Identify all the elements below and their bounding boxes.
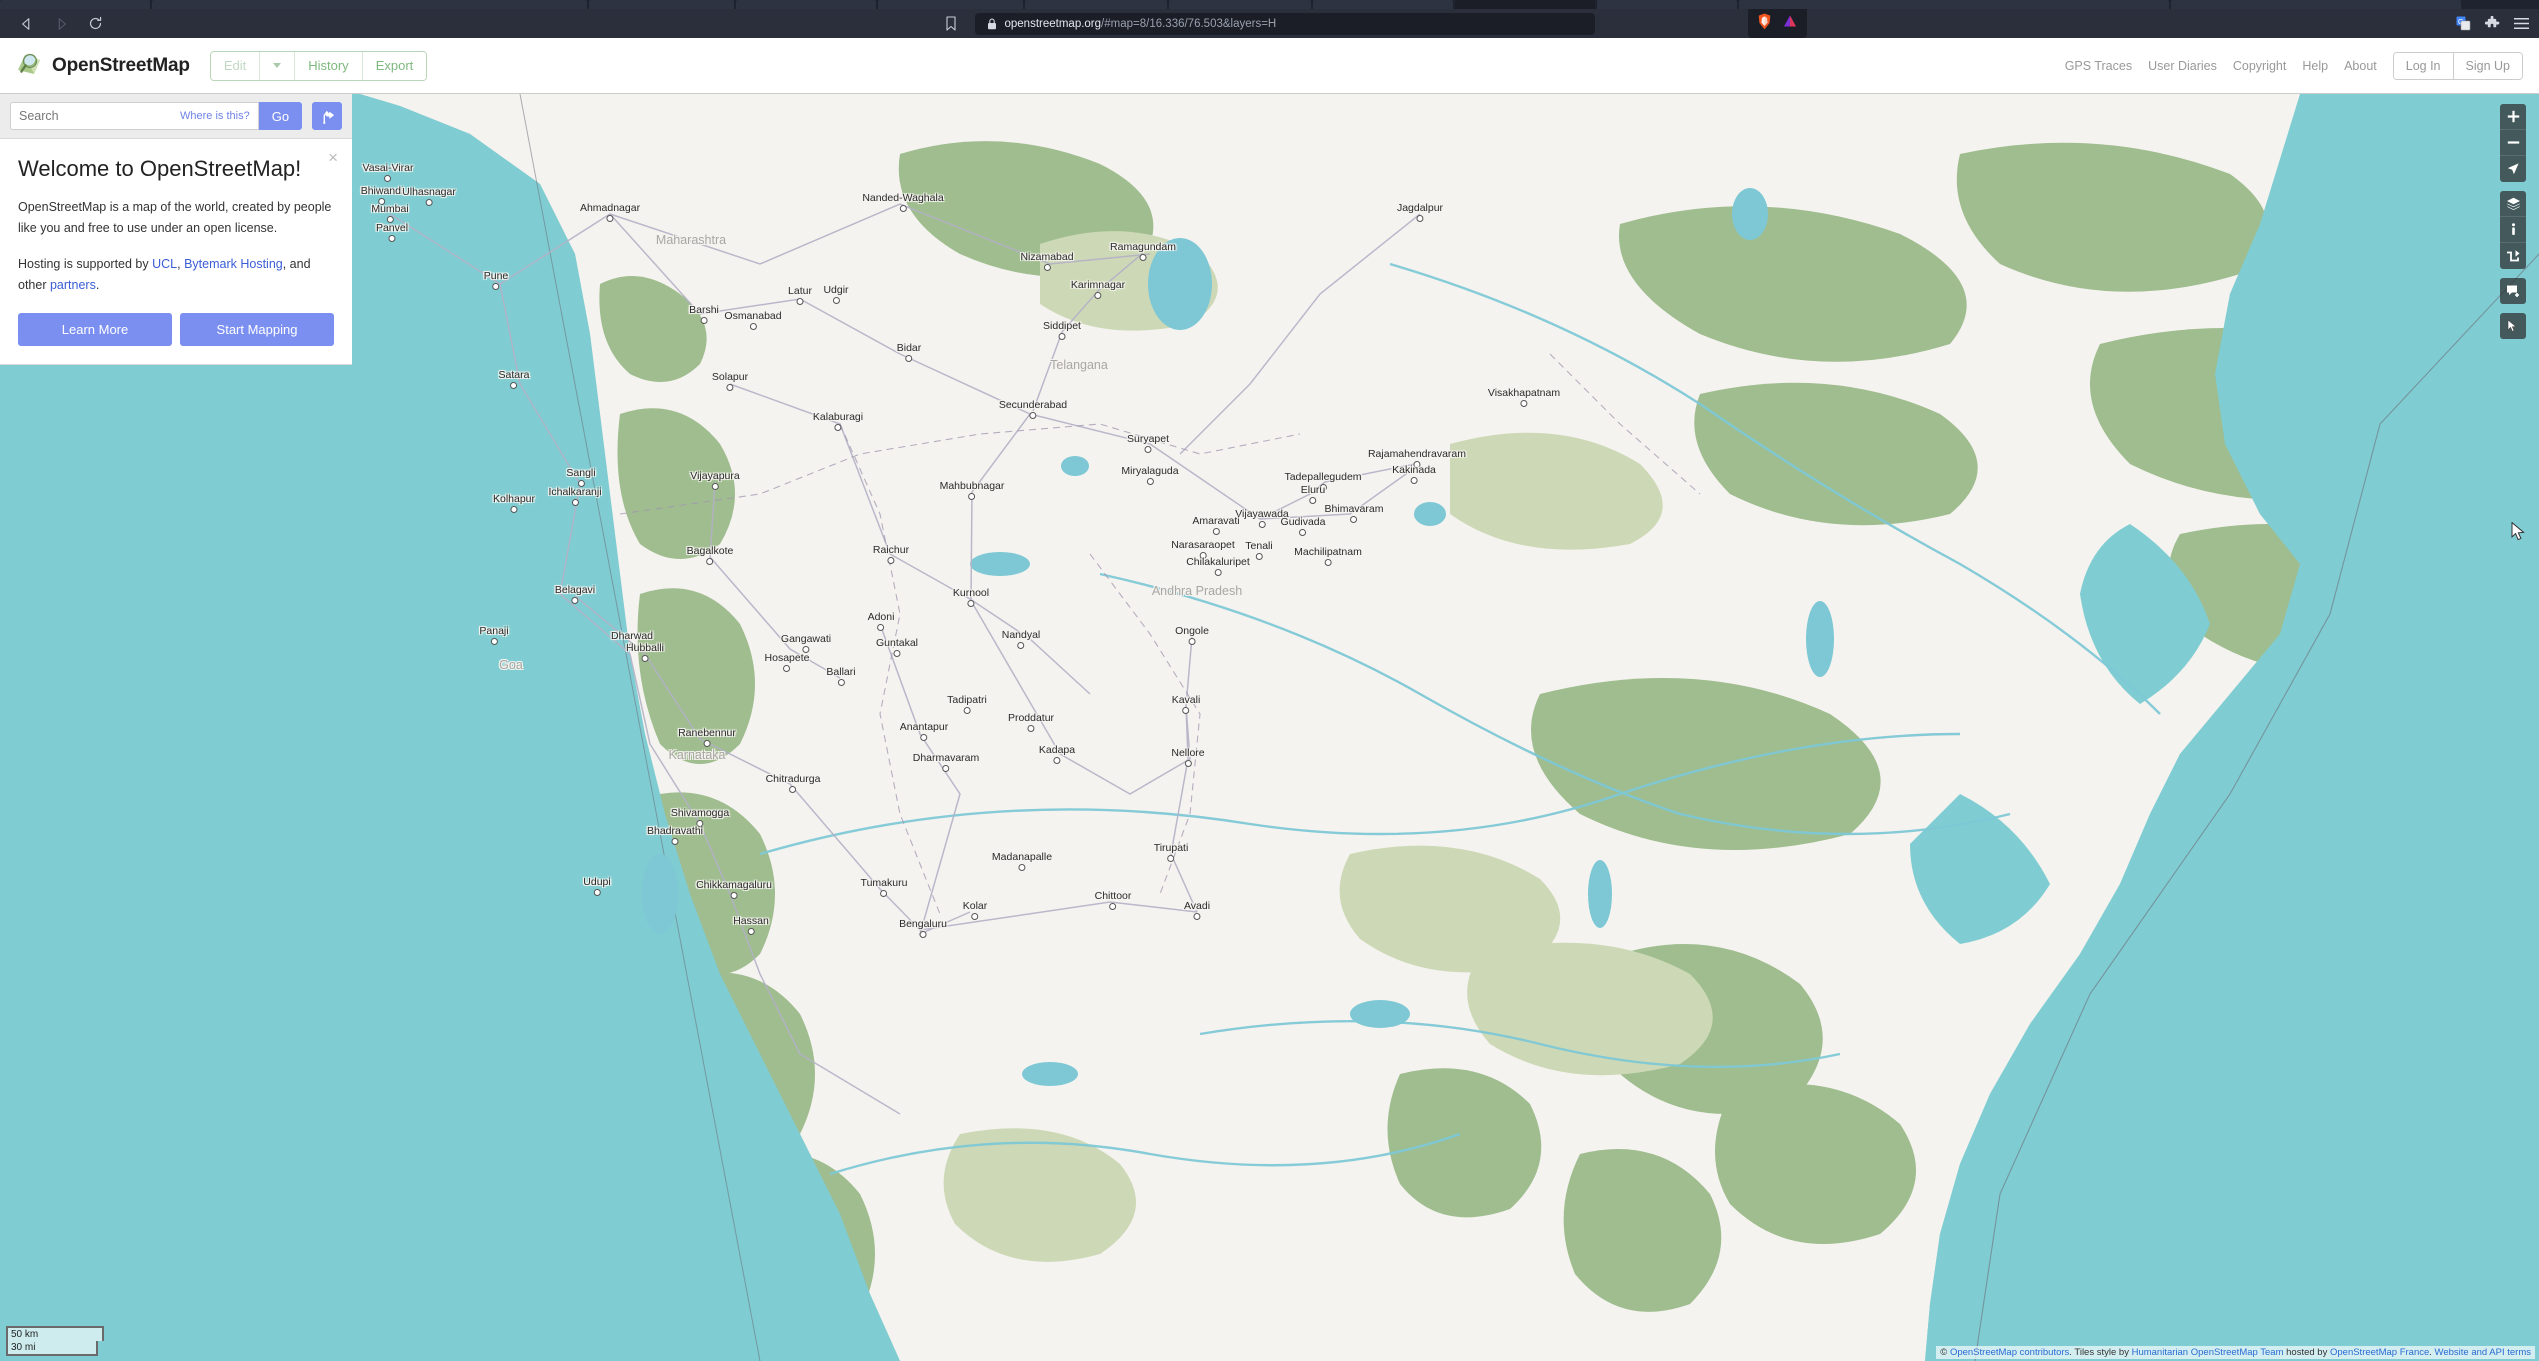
nav-copyright[interactable]: Copyright <box>2225 59 2295 73</box>
browser-tab[interactable] <box>1739 0 2169 9</box>
note-group <box>2500 278 2526 304</box>
welcome-paragraph: OpenStreetMap is a map of the world, cre… <box>18 199 332 236</box>
browser-tab[interactable] <box>0 0 150 9</box>
welcome-title: Welcome to OpenStreetMap! <box>18 156 302 181</box>
brave-shield-icon[interactable] <box>1758 13 1771 35</box>
browser-tab-active[interactable] <box>1455 0 1595 9</box>
minus-icon[interactable] <box>2500 130 2526 156</box>
attr-contributors-link[interactable]: OpenStreetMap contributors <box>1950 1347 2069 1358</box>
log-in-button[interactable]: Log In <box>2393 52 2454 79</box>
browser-tab[interactable] <box>1313 0 1453 9</box>
browser-tab[interactable] <box>1025 0 1167 9</box>
browser-tab[interactable] <box>1169 0 1311 9</box>
sidebar: Where is this? Go × Welcome to OpenStree… <box>0 94 352 365</box>
zoom-control-group <box>2500 104 2526 182</box>
query-group <box>2500 313 2526 339</box>
scale-bar: 50 km 30 mi <box>6 1326 114 1356</box>
osm-nav: GPS Traces User Diaries Copyright Help A… <box>2057 51 2523 80</box>
attr-mid1: . Tiles style by <box>2069 1347 2132 1358</box>
share-icon[interactable] <box>2500 243 2526 269</box>
attr-hot-link[interactable]: Humanitarian OpenStreetMap Team <box>2132 1347 2284 1358</box>
close-icon[interactable]: × <box>328 149 338 166</box>
map-tiles <box>0 94 2539 1361</box>
map-tools-group <box>2500 191 2526 269</box>
browser-tab[interactable] <box>736 0 876 9</box>
browser-tab[interactable] <box>878 0 1023 9</box>
nav-help[interactable]: Help <box>2294 59 2336 73</box>
directions-icon[interactable] <box>312 102 342 130</box>
start-mapping-button[interactable]: Start Mapping <box>180 312 334 346</box>
welcome-hosting-paragraph: Hosting is supported by UCL, Bytemark Ho… <box>18 254 334 297</box>
browser-tab[interactable] <box>1597 0 1737 9</box>
export-button[interactable]: Export <box>362 51 427 80</box>
scale-metric: 50 km <box>6 1326 104 1341</box>
learn-more-button[interactable]: Learn More <box>18 312 172 346</box>
hamburger-menu-icon[interactable] <box>2514 17 2529 30</box>
brand-name: OpenStreetMap <box>52 54 190 76</box>
openstreetmap-logo <box>16 50 42 81</box>
brand[interactable]: OpenStreetMap <box>16 50 190 81</box>
nav-user-diaries[interactable]: User Diaries <box>2140 59 2225 73</box>
map-controls <box>2500 104 2526 339</box>
hosting-prefix: Hosting is supported by <box>18 256 153 271</box>
search-bar: Where is this? Go <box>0 94 352 139</box>
url-text: openstreetmap.org/#map=8/16.336/76.503&l… <box>1004 17 1277 30</box>
browser-tab[interactable] <box>589 0 734 9</box>
add-note-icon[interactable] <box>2500 278 2526 304</box>
bookmark-icon[interactable] <box>945 16 957 31</box>
attr-copyright: © <box>1940 1347 1950 1358</box>
sep3: . <box>95 278 100 292</box>
sign-up-button[interactable]: Sign Up <box>2453 52 2522 79</box>
browser-chrome: openstreetmap.org/#map=8/16.336/76.503&l… <box>0 0 2539 38</box>
history-button[interactable]: History <box>295 51 363 80</box>
attr-mid2: hosted by <box>2283 1347 2330 1358</box>
google-translate-icon[interactable]: G <box>2456 16 2471 31</box>
auth-button-group: Log In Sign Up <box>2392 51 2523 80</box>
attr-terms-link[interactable]: Website and API terms <box>2435 1347 2531 1358</box>
welcome-buttons: Learn More Start Mapping <box>18 312 334 346</box>
layers-stack-icon[interactable] <box>2500 191 2526 217</box>
extensions-puzzle-icon[interactable] <box>2485 16 2500 31</box>
info-icon[interactable] <box>2500 217 2526 243</box>
query-cursor-icon[interactable] <box>2500 313 2526 339</box>
search-input[interactable] <box>19 109 180 123</box>
nav-gps-traces[interactable]: GPS Traces <box>2057 59 2140 73</box>
search-input-wrap[interactable]: Where is this? <box>10 102 259 130</box>
welcome-panel: × Welcome to OpenStreetMap! OpenStreetMa… <box>0 139 352 365</box>
chevron-down-icon <box>273 63 282 68</box>
edit-dropdown-button[interactable] <box>260 51 296 80</box>
url-bar[interactable]: openstreetmap.org/#map=8/16.336/76.503&l… <box>974 12 1595 35</box>
edit-button: Edit <box>210 51 261 80</box>
attribution: © OpenStreetMap contributors. Tiles styl… <box>1936 1346 2535 1359</box>
edit-button-group[interactable]: Edit History Export <box>209 50 428 81</box>
osm-header: OpenStreetMap Edit History Export GPS Tr… <box>0 38 2539 94</box>
attr-osmfrance-link[interactable]: OpenStreetMap France <box>2330 1347 2429 1358</box>
browser-shield-group <box>1748 9 1807 38</box>
back-arrow-icon[interactable] <box>14 11 40 37</box>
where-is-this-link[interactable]: Where is this? <box>180 110 250 122</box>
reload-icon[interactable] <box>82 11 108 37</box>
forward-arrow-icon <box>48 11 74 37</box>
nav-about[interactable]: About <box>2336 59 2385 73</box>
locate-arrow-icon[interactable] <box>2500 156 2526 182</box>
browser-tab[interactable] <box>2171 0 2461 9</box>
scale-imperial: 30 mi <box>6 1341 98 1356</box>
partners-link[interactable]: partners <box>50 278 96 292</box>
browser-tabstrip[interactable] <box>0 0 2539 9</box>
plus-icon[interactable] <box>2500 104 2526 130</box>
bytemark-hosting-link[interactable]: Bytemark Hosting <box>184 257 283 271</box>
warning-triangle-icon[interactable] <box>1783 14 1797 33</box>
browser-tab[interactable] <box>152 0 587 9</box>
go-button[interactable]: Go <box>258 102 303 130</box>
ucl-link[interactable]: UCL <box>152 257 177 271</box>
lock-icon <box>987 18 997 30</box>
map-canvas[interactable]: Maharashtra Telangana Andhra Pradesh Goa… <box>0 94 2539 1361</box>
